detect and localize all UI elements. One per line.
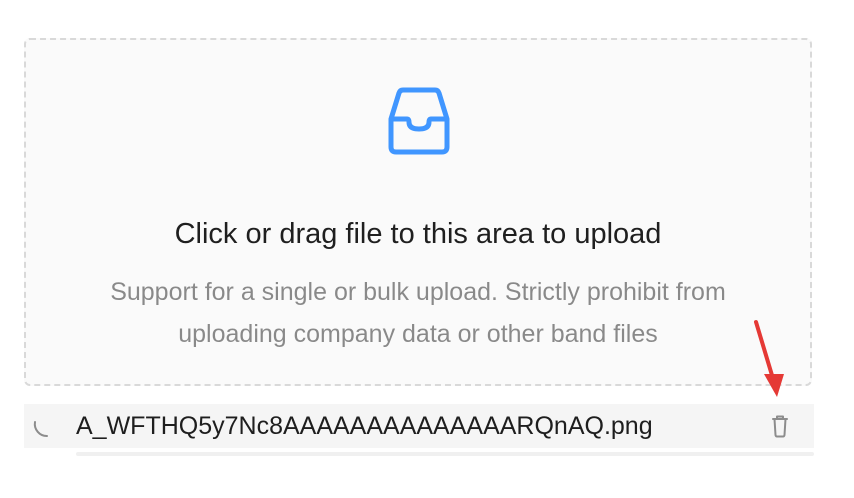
upload-progress (76, 452, 814, 456)
upload-hint: Support for a single or bulk upload. Str… (110, 278, 726, 348)
file-list-item: A_WFTHQ5y7Nc8AAAAAAAAAAAAAARQnAQ.png (24, 404, 814, 448)
loading-icon (33, 421, 48, 438)
delete-icon[interactable] (766, 412, 794, 440)
upload-dragger[interactable]: Click or drag file to this area to uploa… (24, 38, 812, 386)
upload-text: Click or drag file to this area to uploa… (174, 218, 662, 250)
inbox-icon (388, 87, 450, 155)
file-name[interactable]: A_WFTHQ5y7Nc8AAAAAAAAAAAAAARQnAQ.png (76, 410, 653, 442)
